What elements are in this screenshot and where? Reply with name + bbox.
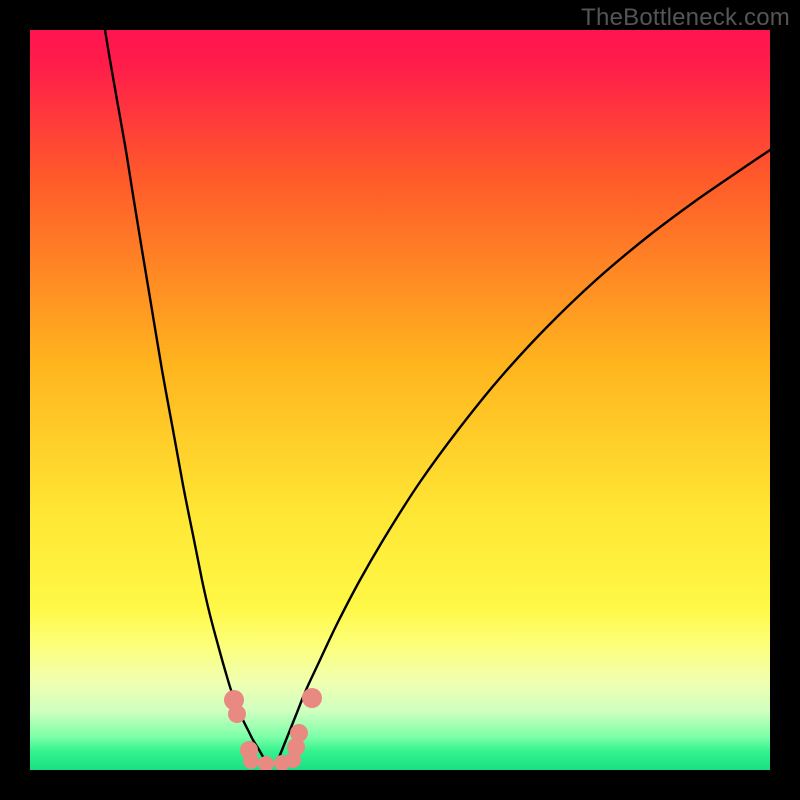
marker-point [228, 705, 246, 723]
marker-point [243, 753, 259, 769]
chart-svg [30, 30, 770, 770]
watermark-text: TheBottleneck.com [581, 4, 790, 32]
plot-area [30, 30, 770, 770]
marker-point [302, 688, 322, 708]
marker-point [290, 724, 308, 742]
chart-container: TheBottleneck.com [0, 0, 800, 800]
gradient-background [30, 30, 770, 770]
